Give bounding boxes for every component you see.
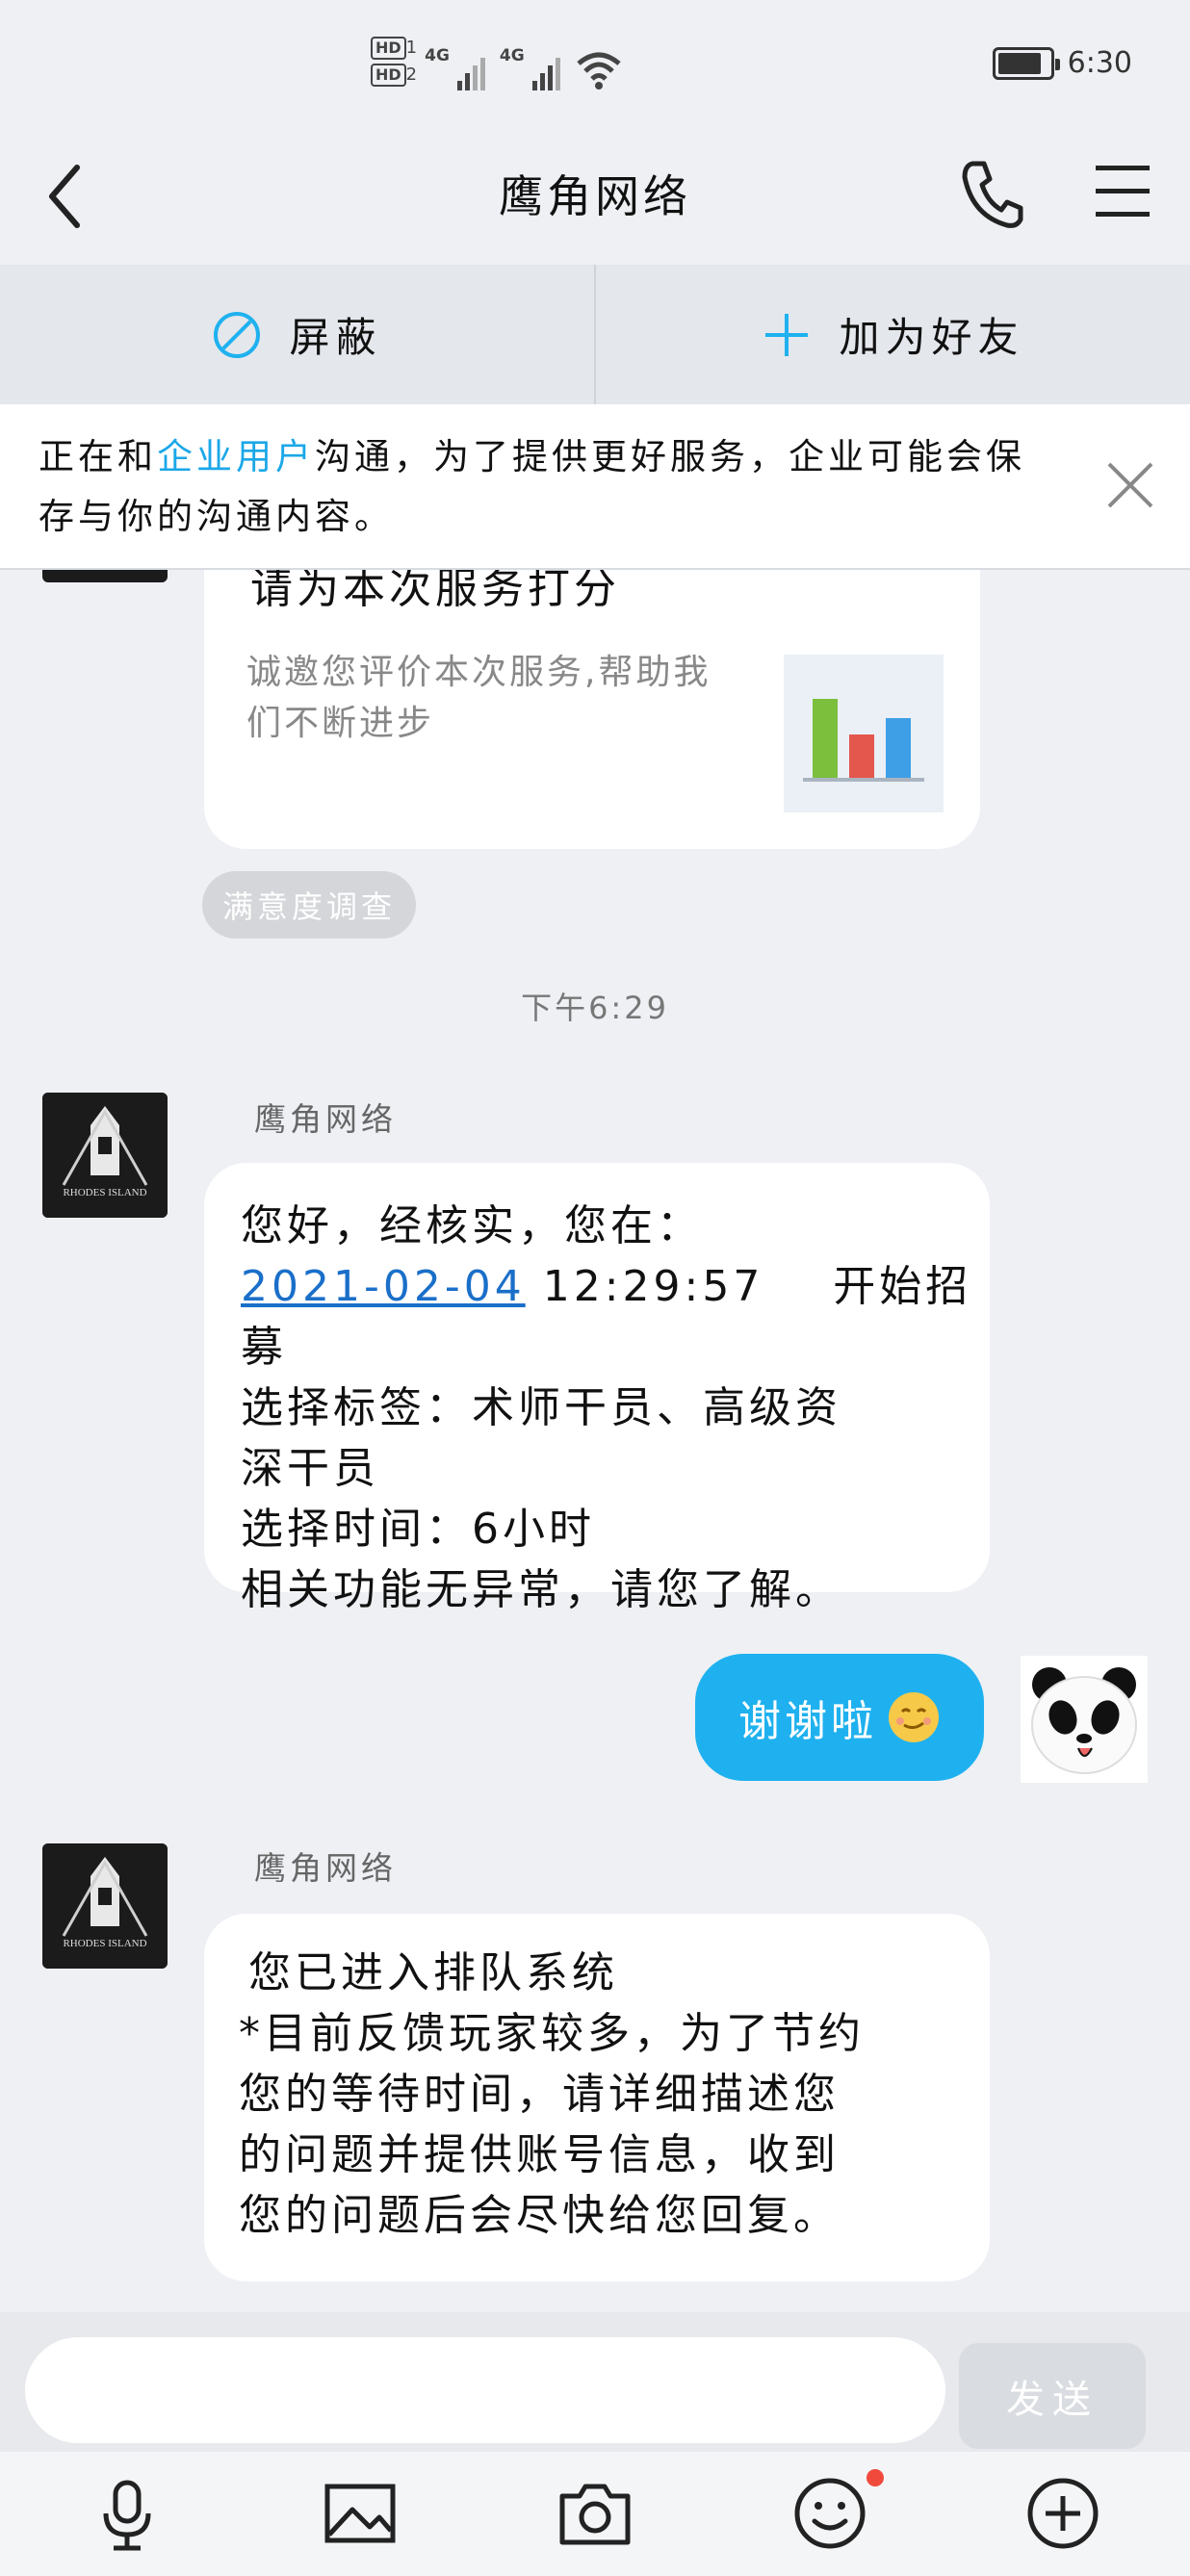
bottom-toolbar [0, 2452, 1190, 2576]
avatar-caption: RHODES ISLAND [63, 1187, 147, 1198]
chat-header: 鹰角网络 [0, 135, 1190, 265]
thumbnail-baseline [803, 778, 924, 782]
rhodes-island-logo-icon [42, 1843, 168, 1969]
camera-icon[interactable] [555, 2473, 635, 2554]
plus-circle-icon[interactable] [1022, 2473, 1103, 2554]
user-avatar[interactable] [1021, 1656, 1148, 1783]
block-icon [214, 311, 261, 358]
panda-avatar-icon [1031, 1667, 1137, 1774]
timestamp: 下午6:29 [521, 990, 669, 1026]
network-type: 4G [425, 46, 450, 65]
message-bubble[interactable]: 您好，经核实，您在： 2021-02-04 12:29:57 开始招募 选择标签… [204, 1163, 990, 1614]
message-time: 12:29:57 [542, 1262, 764, 1311]
phone-icon[interactable] [959, 156, 1026, 233]
hd-badge: HD [371, 37, 406, 60]
avatar[interactable]: RHODES ISLAND [42, 1843, 168, 1969]
signal-indicators: HD 1 HD 2 4G 4G [371, 37, 623, 90]
sender-name: 鹰角网络 [254, 1849, 397, 1887]
action-bar: 屏蔽 加为好友 [0, 265, 1190, 404]
close-icon[interactable] [1103, 458, 1157, 512]
thumbnail-bar [813, 699, 838, 778]
message-input[interactable] [25, 2337, 945, 2443]
message-line: 选择时间：6小时 [241, 1505, 595, 1554]
rating-description: 诚邀您评价本次服务,帮助我们不断进步 [246, 653, 711, 743]
message-line: *目前反馈玩家较多，为了节约 [239, 2009, 865, 2058]
date-link[interactable]: 2021-02-04 [241, 1262, 526, 1311]
plus-icon [765, 313, 809, 356]
message-line: 选择标签：术师干员、高级资 [241, 1383, 841, 1432]
image-icon[interactable] [320, 2473, 401, 2554]
message-line: 您的等待时间，请详细描述您 [239, 2070, 840, 2119]
input-area: 发送 [0, 2312, 1190, 2452]
sender-name: 鹰角网络 [254, 1100, 397, 1138]
hd-badge: HD [371, 64, 406, 87]
avatar[interactable]: RHODES ISLAND [42, 1093, 168, 1218]
message-line: 深干员 [241, 1444, 379, 1493]
status-right: 6:30 [992, 46, 1132, 80]
enterprise-notice: 正在和企业用户沟通，为了提供更好服务，企业可能会保存与你的沟通内容。 [0, 404, 1190, 570]
survey-chip[interactable]: 满意度调查 [202, 871, 416, 939]
menu-icon[interactable] [1094, 160, 1153, 223]
add-friend-label: 加为好友 [839, 314, 1024, 361]
message-line: 您已进入排队系统 [248, 1948, 618, 1997]
rating-thumbnail [784, 655, 944, 812]
notice-prefix: 正在和 [39, 436, 157, 477]
thumbnail-bar [886, 718, 911, 778]
message-line: 您好，经核实，您在： [241, 1201, 703, 1250]
rhodes-island-logo-icon [42, 1093, 168, 1218]
message-line: 的问题并提供账号信息，收到 [239, 2130, 840, 2179]
message-text: 谢谢啦 [738, 1697, 877, 1746]
microphone-icon[interactable] [87, 2473, 168, 2554]
signal-icon [456, 58, 485, 90]
smile-emoji-icon [889, 1692, 939, 1742]
emoji-icon [794, 2478, 866, 2549]
add-friend-button[interactable]: 加为好友 [596, 265, 1190, 404]
message-line: 2021-02-04 12:29:57 开始招募 [241, 1256, 972, 1378]
message-bubble[interactable]: 您已进入排队系统 *目前反馈玩家较多，为了节约 您的等待时间，请详细描述您 的问… [204, 1914, 990, 2281]
network-type: 4G [499, 46, 525, 65]
clock: 6:30 [1067, 46, 1132, 80]
sim-number: 2 [405, 64, 418, 85]
notice-text: 正在和企业用户沟通，为了提供更好服务，企业可能会保存与你的沟通内容。 [39, 427, 1059, 547]
thumbnail-bar [849, 734, 874, 778]
signal-icon [531, 58, 560, 90]
emoji-button[interactable] [789, 2469, 884, 2560]
avatar-caption: RHODES ISLAND [63, 1938, 147, 1949]
sim-number: 1 [405, 38, 418, 58]
send-button[interactable]: 发送 [959, 2343, 1146, 2449]
notification-dot [867, 2469, 884, 2486]
message-text: 您好，经核实，您在： 2021-02-04 12:29:57 开始招募 选择标签… [241, 1196, 972, 1620]
outgoing-bubble[interactable]: 谢谢啦 [695, 1654, 984, 1781]
block-button[interactable]: 屏蔽 [0, 265, 594, 404]
status-bar: HD 1 HD 2 4G 4G 6:30 [0, 0, 1190, 135]
message-line: 相关功能无异常，请您了解。 [241, 1565, 841, 1614]
battery-icon [992, 46, 1060, 80]
notice-highlight-link[interactable]: 企业用户 [157, 436, 315, 477]
bar-chart-icon [803, 699, 924, 782]
message-text: 您已进入排队系统 *目前反馈玩家较多，为了节约 您的等待时间，请详细描述您 的问… [239, 1943, 980, 2246]
block-label: 屏蔽 [289, 314, 382, 361]
wifi-icon [577, 52, 621, 90]
message-line: 您的问题后会尽快给您回复。 [239, 2191, 840, 2240]
